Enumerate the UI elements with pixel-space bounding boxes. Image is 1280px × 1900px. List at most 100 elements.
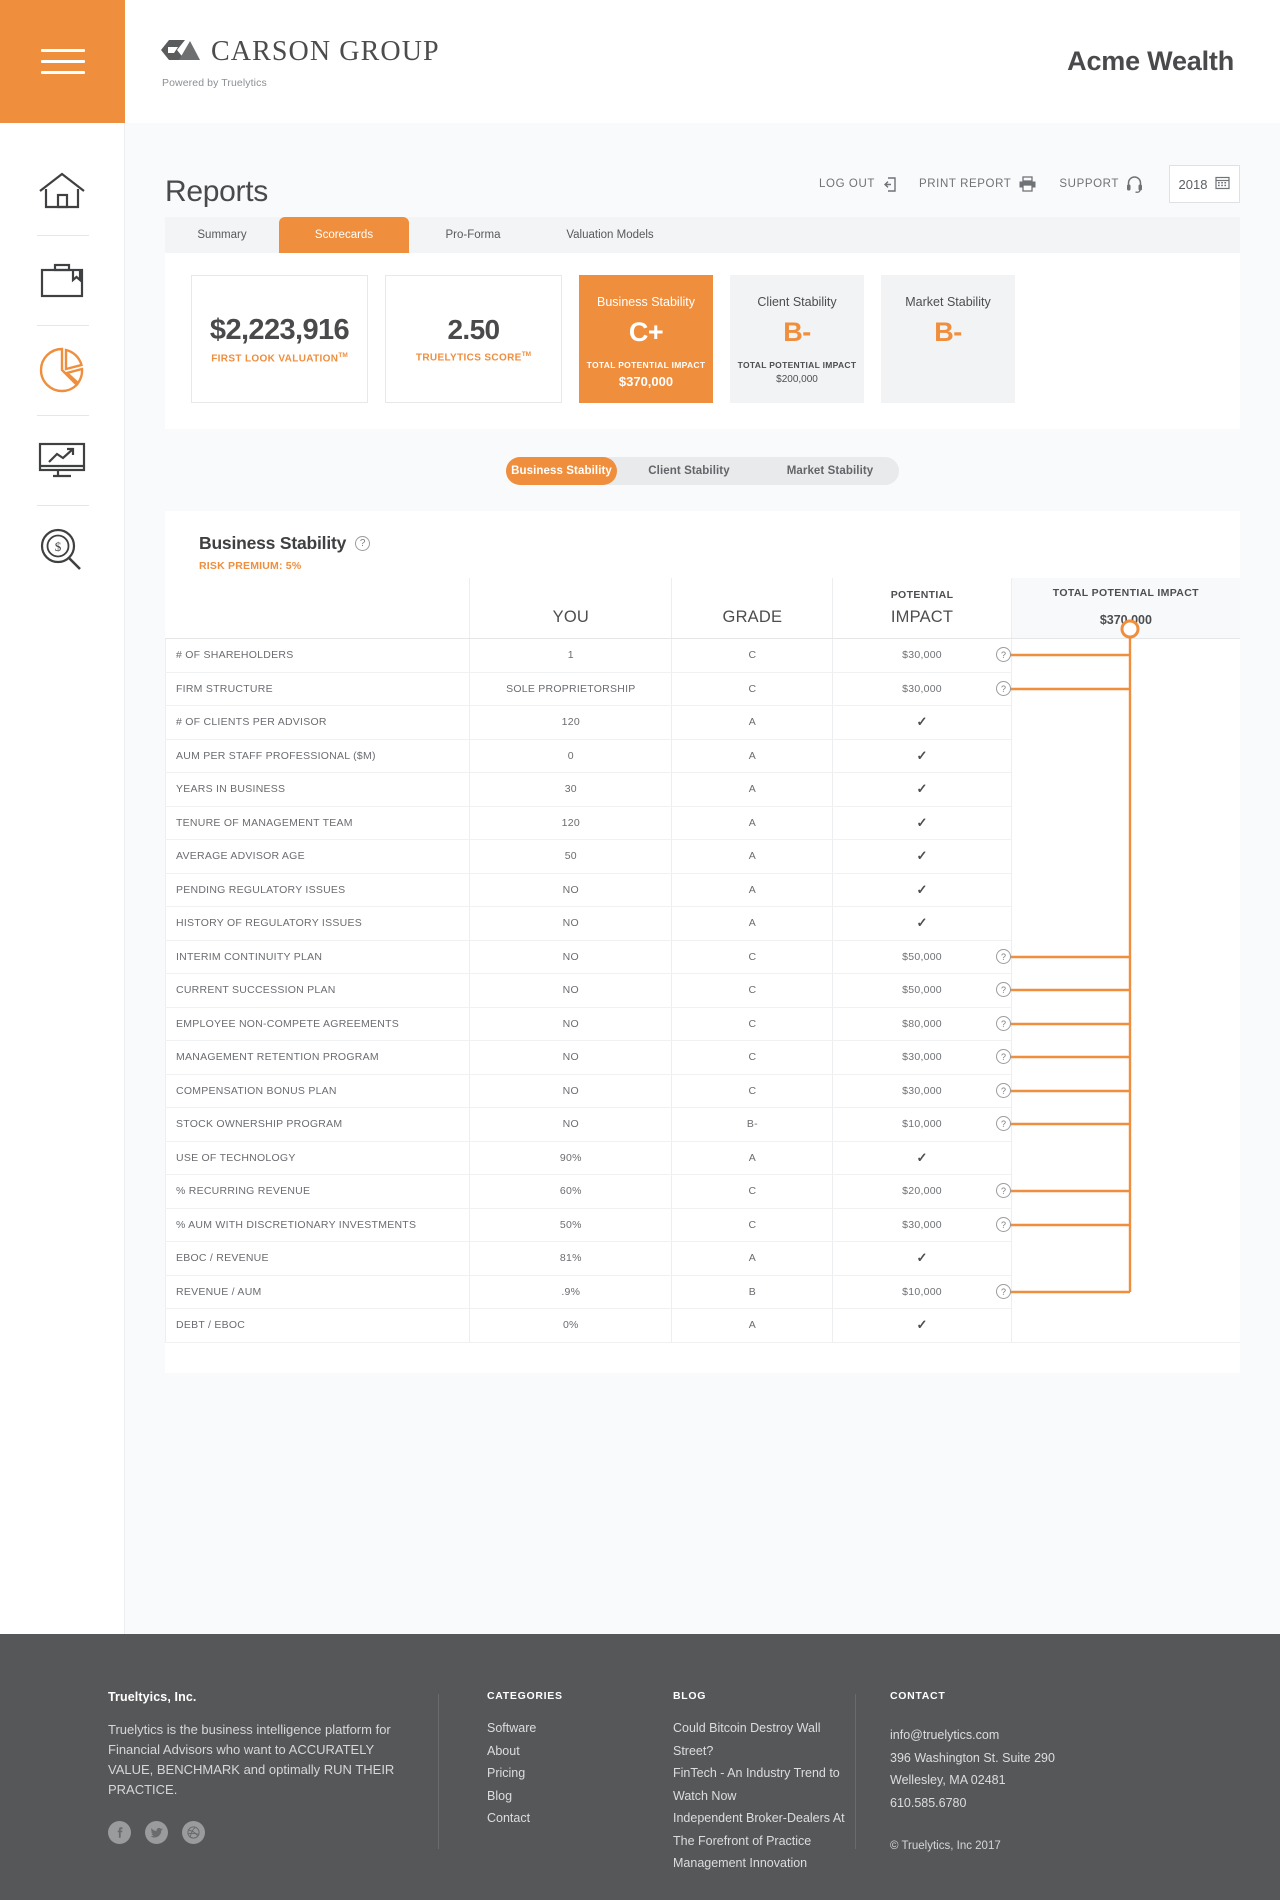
year-selector[interactable]: 2018	[1169, 165, 1240, 203]
carson-group-mark-icon	[159, 34, 201, 69]
row-item-label: CURRENT SUCCESSION PLAN	[164, 973, 470, 1008]
tab-pro-forma[interactable]: Pro-Forma	[409, 217, 537, 253]
impact-flag-badge[interactable]: ?	[996, 1183, 1011, 1198]
row-pass-check-icon: ✓	[916, 747, 928, 763]
col-header-impact: POTENTIAL IMPACT	[832, 578, 1012, 639]
impact-flag-badge[interactable]: ?	[996, 647, 1011, 662]
segment-market-stability[interactable]: Market Stability	[761, 457, 899, 485]
row-item-label: STOCK OWNERSHIP PROGRAM	[164, 1107, 470, 1142]
sidebar-item-practice[interactable]	[0, 235, 124, 325]
footer-category-link[interactable]: About	[487, 1740, 625, 1763]
col-header-grade: GRADE	[671, 578, 833, 639]
sidebar: $	[0, 0, 125, 1634]
row-grade-value: C	[671, 1174, 833, 1209]
footer-category-link[interactable]: Software	[487, 1717, 625, 1740]
footer-contact-line[interactable]: 396 Washington St. Suite 290	[890, 1747, 1055, 1770]
row-pass-check-icon: ✓	[916, 781, 928, 797]
grade-card-market-stability[interactable]: Market Stability B-	[881, 275, 1015, 403]
sidebar-item-home[interactable]	[0, 145, 124, 235]
row-grade-value: B	[671, 1275, 833, 1309]
row-impact-cell: ✓	[832, 1241, 1012, 1276]
kpi-label-text: TRUELYTICS SCORE	[415, 352, 522, 364]
impact-flag-badge[interactable]: ?	[996, 1284, 1011, 1299]
facebook-icon[interactable]	[108, 1820, 131, 1844]
row-grade-value: A	[671, 1241, 833, 1276]
scorecard-title: Business Stability	[199, 533, 347, 553]
row-impact-amount: $50,000	[902, 950, 942, 963]
footer-contact-line[interactable]: info@truelytics.com	[890, 1724, 1055, 1747]
row-impact-cell: $10,000	[832, 1107, 1012, 1142]
footer-category-link[interactable]: Blog	[487, 1785, 625, 1808]
row-impact-amount: $30,000	[902, 649, 942, 662]
footer-blog-link[interactable]: The Forefront of Practice	[673, 1830, 855, 1853]
footer-contact-line[interactable]: 610.585.6780	[890, 1792, 1055, 1815]
row-impact-cell: ✓	[832, 772, 1012, 807]
impact-flag-badge[interactable]: ?	[996, 1217, 1011, 1232]
row-item-label: MANAGEMENT RETENTION PROGRAM	[164, 1040, 470, 1075]
impact-flag-badge[interactable]: ?	[996, 1116, 1011, 1131]
question-mark-icon[interactable]: ?	[355, 536, 371, 551]
hamburger-menu-button[interactable]	[0, 0, 125, 123]
dribbble-icon[interactable]	[182, 1820, 205, 1844]
row-you-value: 50	[469, 839, 672, 874]
grade-card-title: Client Stability	[757, 295, 837, 309]
tab-scorecards[interactable]: Scorecards	[279, 217, 409, 253]
impact-flag-badge[interactable]: ?	[996, 1016, 1011, 1031]
row-you-value: 81%	[469, 1241, 672, 1276]
grade-card-impact-label: TOTAL POTENTIAL IMPACT	[586, 360, 706, 370]
headset-icon	[1126, 175, 1143, 193]
row-grade-value: B-	[671, 1107, 833, 1142]
twitter-icon[interactable]	[145, 1820, 168, 1844]
impact-flag-badge[interactable]: ?	[996, 1049, 1011, 1064]
logout-button[interactable]: LOG OUT	[819, 176, 897, 192]
logout-label: LOG OUT	[819, 178, 875, 190]
footer-blog-link[interactable]: FinTech - An Industry Trend to	[673, 1762, 855, 1785]
footer-blog-link[interactable]: Management Innovation	[673, 1852, 855, 1875]
segment-client-stability[interactable]: Client Stability	[617, 457, 761, 485]
col-header-impact-small: POTENTIAL	[890, 589, 954, 601]
monitor-trend-icon	[35, 438, 89, 482]
year-value: 2018	[1178, 176, 1208, 192]
row-impact-amount: $30,000	[902, 1051, 942, 1064]
footer-blog-link[interactable]: Watch Now	[673, 1785, 855, 1808]
impact-flag-badge[interactable]: ?	[996, 949, 1011, 964]
support-button[interactable]: SUPPORT	[1059, 175, 1143, 193]
row-impact-cell: $80,000	[832, 1007, 1012, 1041]
risk-premium-label: RISK PREMIUM: 5%	[199, 560, 302, 572]
footer-blog-link[interactable]: Independent Broker-Dealers At	[673, 1807, 855, 1830]
row-you-value: 120	[469, 806, 672, 840]
sidebar-item-reports[interactable]	[0, 325, 124, 415]
row-pass-check-icon: ✓	[916, 1149, 928, 1165]
sidebar-item-benchmarks[interactable]	[0, 415, 124, 505]
tab-summary[interactable]: Summary	[165, 217, 279, 253]
tab-valuation-models[interactable]: Valuation Models	[537, 217, 683, 253]
footer-category-link[interactable]: Pricing	[487, 1762, 625, 1785]
row-you-value: NO	[469, 1107, 672, 1142]
grade-card-impact-value: $370,000	[618, 374, 674, 389]
col-header-item	[165, 578, 470, 639]
row-you-value: 90%	[469, 1141, 672, 1175]
calendar-icon	[1215, 175, 1231, 193]
header-tools: LOG OUT PRINT REPORT SUPPORT 2018	[797, 165, 1240, 209]
segment-business-stability[interactable]: Business Stability	[506, 457, 617, 485]
sidebar-item-valuation[interactable]: $	[0, 505, 124, 595]
footer-contact-line[interactable]: Wellesley, MA 02481	[890, 1769, 1055, 1792]
footer-blog-link[interactable]: Could Bitcoin Destroy Wall Street?	[673, 1717, 855, 1762]
row-pass-check-icon: ✓	[916, 814, 928, 830]
scorecard-header: Business Stability ? RISK PREMIUM: 5%	[165, 533, 1240, 572]
row-item-label: # OF CLIENTS PER ADVISOR	[164, 705, 470, 740]
impact-flag-badge[interactable]: ?	[996, 681, 1011, 696]
print-report-button[interactable]: PRINT REPORT	[919, 176, 1037, 192]
grade-card-business-stability[interactable]: Business Stability C+ TOTAL POTENTIAL IM…	[579, 275, 713, 403]
row-impact-amount: $30,000	[902, 1084, 942, 1097]
footer-category-link[interactable]: Contact	[487, 1807, 625, 1830]
grade-card-client-stability[interactable]: Client Stability B- TOTAL POTENTIAL IMPA…	[730, 275, 864, 403]
briefcase-icon	[36, 258, 88, 302]
row-you-value: 0%	[469, 1308, 672, 1343]
row-impact-cell: ✓	[832, 1141, 1012, 1175]
grade-card-impact-label: TOTAL POTENTIAL IMPACT	[737, 360, 857, 370]
footer-company-name: Trueltyics, Inc.	[108, 1690, 197, 1704]
impact-flag-badge[interactable]: ?	[996, 982, 1011, 997]
row-item-label: FIRM STRUCTURE	[164, 672, 470, 706]
impact-flag-badge[interactable]: ?	[996, 1083, 1011, 1098]
